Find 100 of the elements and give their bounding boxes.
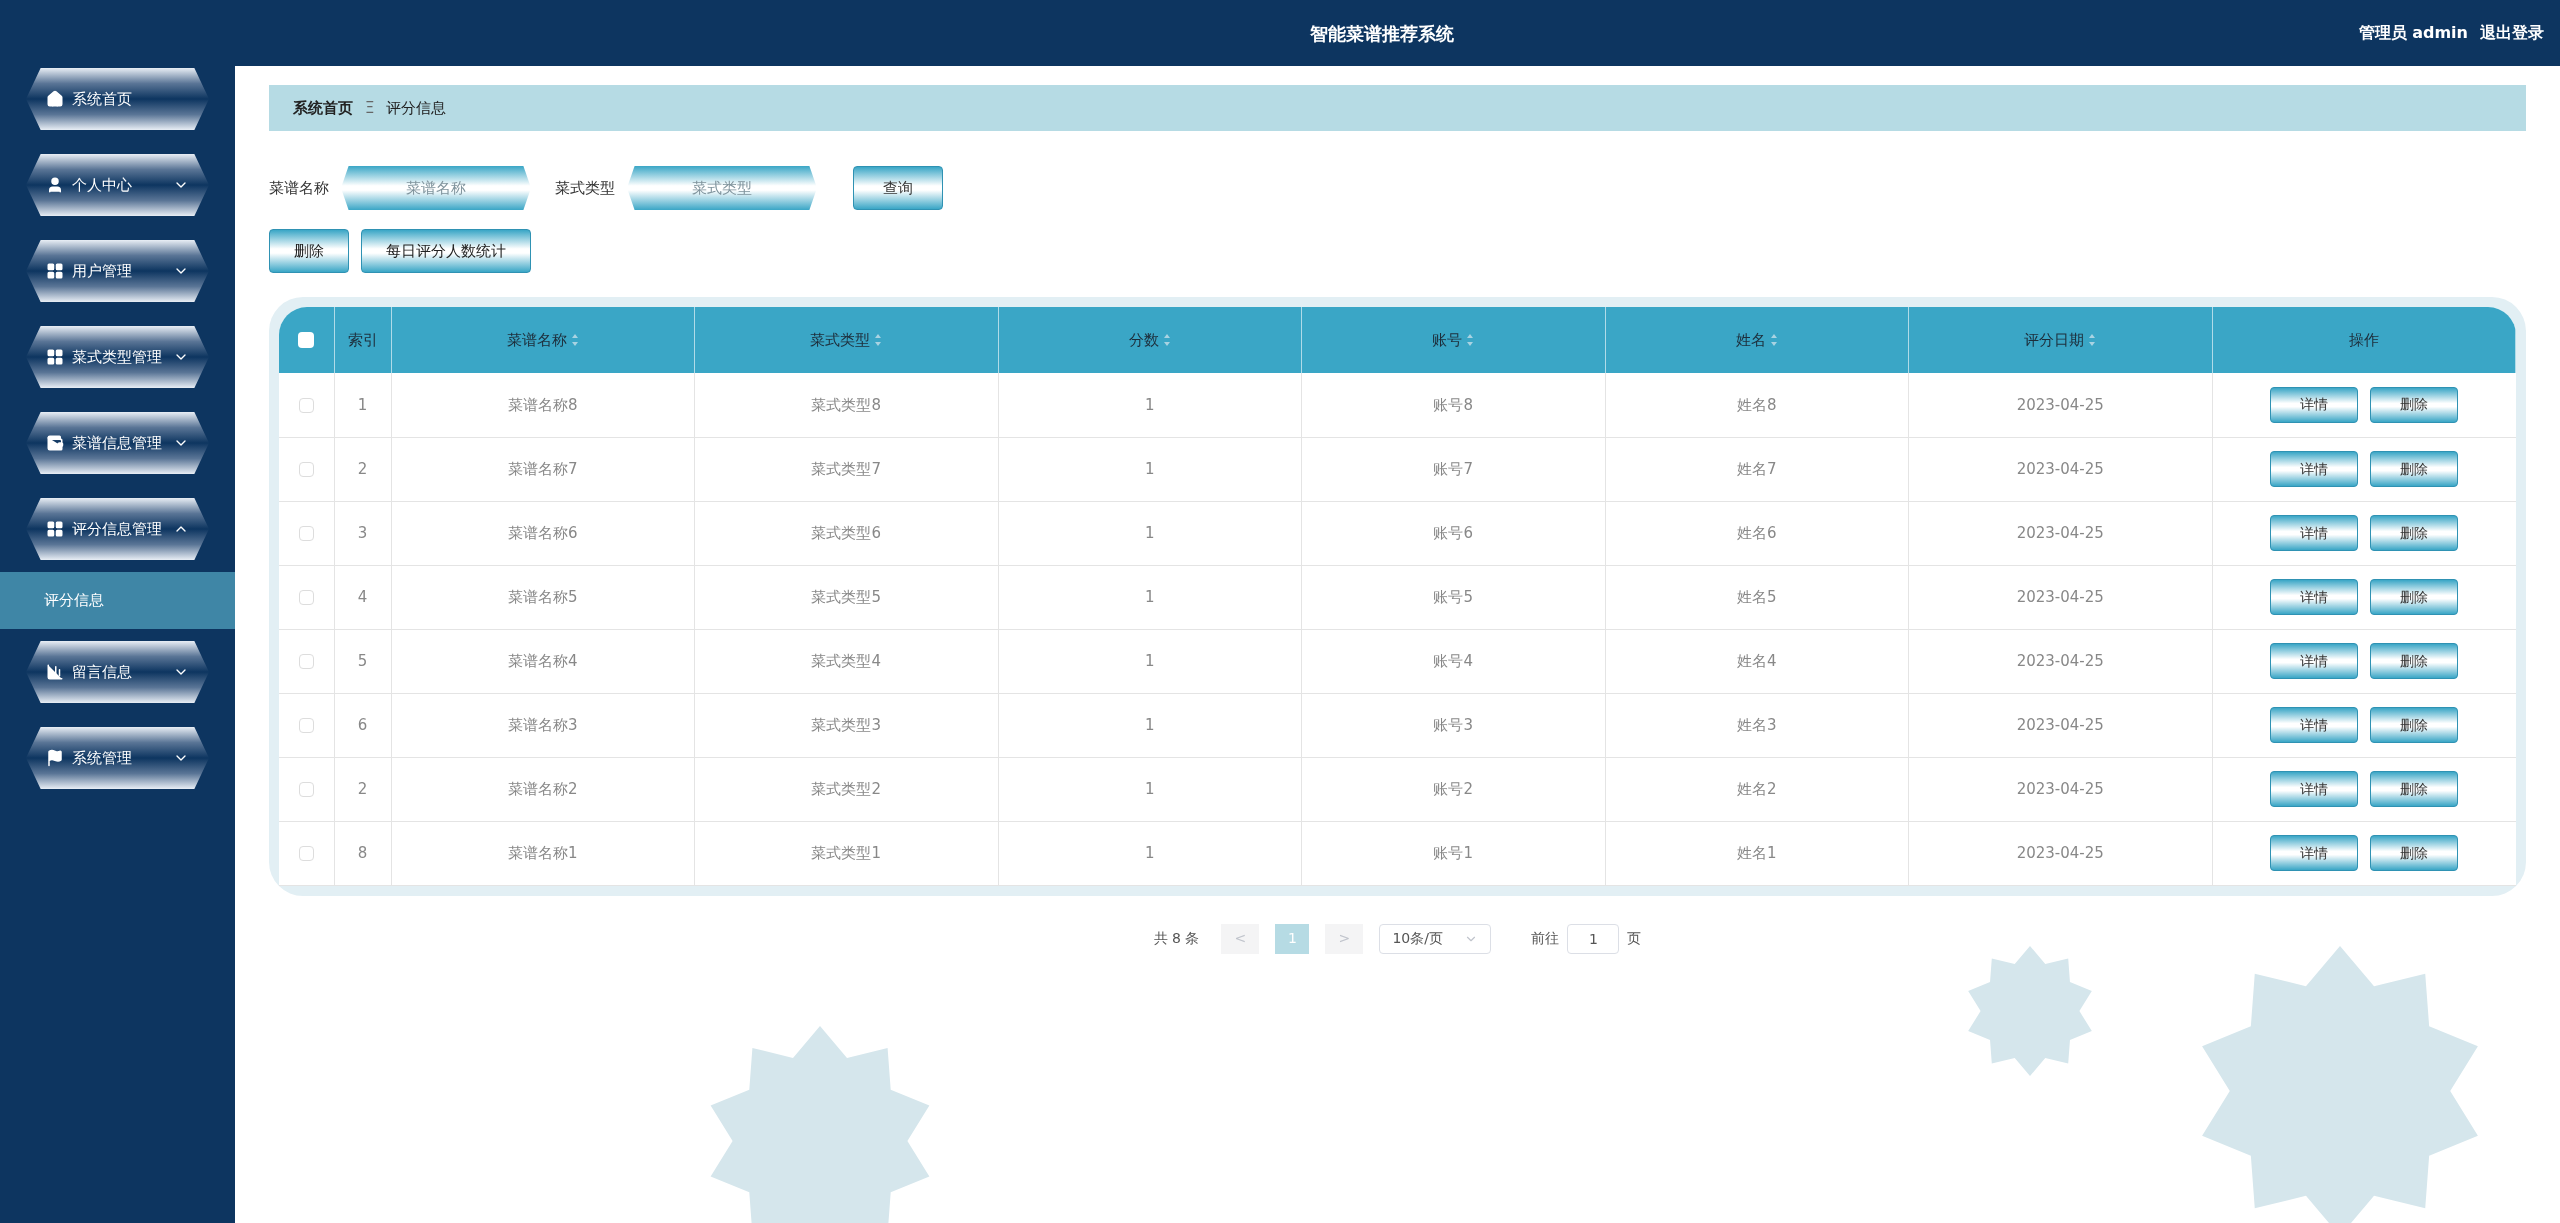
select-all-checkbox[interactable] [298,332,315,349]
sort-icon [1162,333,1171,347]
nav-icon [46,348,64,366]
column-header[interactable]: 菜谱名称 [506,328,579,352]
table-cell: 菜式类型7 [811,459,881,478]
table-cell: 1 [357,395,368,414]
row-action-button[interactable]: 详情 [2270,579,2358,615]
table-cell: 1 [1144,651,1155,670]
table-cell: 菜谱名称4 [507,651,578,670]
nav-icon [46,262,64,280]
breadcrumb-link[interactable]: 系统首页 [293,96,353,120]
row-checkbox[interactable] [298,525,314,541]
table-cell: 2023-04-25 [2016,523,2104,542]
nav-icon [46,90,64,108]
row-action-button[interactable]: 删除 [2370,835,2458,871]
logout-link[interactable]: 退出登录 [2480,21,2544,45]
search-button[interactable]: 查询 [853,166,943,210]
user-label: 管理员 admin [2358,22,2468,44]
table-cell: 3 [357,523,368,542]
row-action-button[interactable]: 删除 [2370,771,2458,807]
row-action-button[interactable]: 删除 [2370,515,2458,551]
sort-icon [1466,333,1475,347]
sort-icon [2088,333,2097,347]
row-checkbox[interactable] [298,845,314,861]
page-size-select[interactable]: 10条/页 [1379,923,1492,954]
search-field[interactable]: 菜谱名称 [341,166,531,210]
row-checkbox[interactable] [298,397,314,413]
table-cell: 账号3 [1433,715,1473,734]
column-header: 索引 [347,329,378,351]
table-cell: 8 [357,843,368,862]
table-cell: 2023-04-25 [2016,651,2104,670]
table-cell: 菜谱名称1 [507,843,578,862]
table-cell: 姓名2 [1736,779,1777,798]
table-cell: 2 [357,779,368,798]
row-action-button[interactable]: 详情 [2270,707,2358,743]
column-header[interactable]: 评分日期 [2024,328,2097,352]
sidebar-item[interactable]: 菜式类型管理 [26,326,209,388]
column-header[interactable]: 姓名 [1735,328,1778,352]
sidebar-item[interactable]: 个人中心 [26,154,209,216]
breadcrumb-current: 评分信息 [386,97,447,119]
table-cell: 1 [1144,459,1155,478]
row-action-button[interactable]: 详情 [2270,771,2358,807]
row-action-button[interactable]: 详情 [2270,386,2358,423]
table-cell: 菜谱名称5 [507,587,578,606]
total-count: 共 8 条 [1153,929,1200,948]
table-cell: 菜式类型8 [811,395,881,414]
sidebar-item[interactable]: 评分信息管理 [26,498,209,560]
table-cell: 姓名5 [1736,587,1777,606]
row-action-button[interactable]: 详情 [2270,451,2358,487]
table-cell: 2023-04-25 [2016,587,2104,606]
row-action-button[interactable]: 删除 [2370,643,2458,679]
table-cell: 1 [1144,587,1155,606]
submenu-item[interactable]: 评分信息 [0,572,235,629]
sort-icon [570,333,579,347]
table-cell: 2023-04-25 [2016,715,2104,734]
row-checkbox[interactable] [298,461,314,477]
sidebar-item[interactable]: 系统管理 [26,727,209,789]
table-cell: 菜式类型3 [811,715,881,734]
table-cell: 账号6 [1433,523,1473,542]
goto-label: 前往 [1531,929,1560,948]
sidebar-item[interactable]: 系统首页 [26,68,209,130]
table-cell: 账号2 [1433,779,1473,798]
table-cell: 1 [1144,395,1155,414]
table-cell: 2023-04-25 [2016,779,2104,798]
table-cell: 2023-04-25 [2016,395,2104,414]
action-button[interactable]: 每日评分人数统计 [361,229,531,273]
table-cell: 菜谱名称2 [507,779,578,798]
row-action-button[interactable]: 详情 [2270,835,2358,871]
sort-icon [874,333,883,347]
column-header[interactable]: 菜式类型 [810,328,883,352]
column-header[interactable]: 分数 [1128,328,1171,352]
column-header: 操作 [2348,329,2379,351]
sidebar-item[interactable]: 留言信息 [26,641,209,703]
table-cell: 菜式类型6 [811,523,881,542]
row-checkbox[interactable] [298,653,314,669]
row-action-button[interactable]: 删除 [2370,386,2458,423]
row-action-button[interactable]: 详情 [2270,643,2358,679]
table-cell: 5 [357,651,368,670]
row-action-button[interactable]: 删除 [2370,579,2458,615]
table-cell: 4 [357,587,368,606]
nav-icon [46,520,64,538]
table-cell: 2 [357,459,368,478]
row-checkbox[interactable] [298,589,314,605]
row-checkbox[interactable] [298,717,314,733]
page-input[interactable]: 1 [1567,923,1620,954]
table-cell: 1 [1144,715,1155,734]
row-action-button[interactable]: 详情 [2270,515,2358,551]
sidebar-item[interactable]: 菜谱信息管理 [26,412,209,474]
table-cell: 姓名7 [1736,459,1777,478]
table-cell: 2023-04-25 [2016,843,2104,862]
row-checkbox[interactable] [298,781,314,797]
table-cell: 账号7 [1433,459,1473,478]
column-header[interactable]: 账号 [1432,328,1475,352]
table-cell: 姓名8 [1736,395,1777,414]
row-action-button[interactable]: 删除 [2370,707,2458,743]
row-action-button[interactable]: 删除 [2370,451,2458,487]
action-button[interactable]: 删除 [269,229,349,273]
sidebar-item[interactable]: 用户管理 [26,240,209,302]
table-cell: 1 [1144,523,1155,542]
search-field[interactable]: 菜式类型 [627,166,817,210]
